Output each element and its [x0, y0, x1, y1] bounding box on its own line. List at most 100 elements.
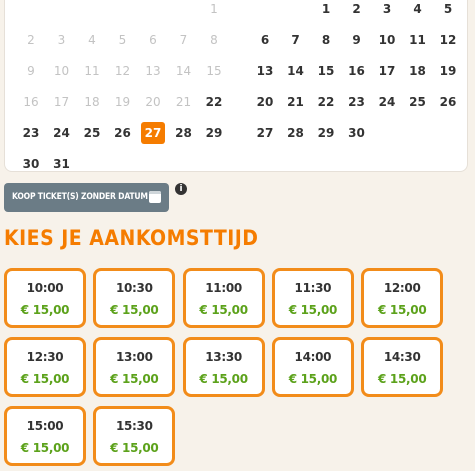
- calendar-day[interactable]: 25: [80, 122, 104, 144]
- calendar-day: 19: [114, 95, 131, 109]
- calendar-day: 16: [23, 95, 39, 109]
- calendar-day[interactable]: 11: [406, 29, 430, 51]
- time-slot-button[interactable]: 14:30 € 15,00: [361, 337, 444, 397]
- calendar-day[interactable]: 23: [345, 91, 369, 113]
- time-slot-time: 13:30: [205, 350, 242, 364]
- section-title: KIES JE AANKOMSTTIJD: [4, 226, 259, 250]
- calendar-day: 10: [53, 64, 70, 78]
- time-slot-button[interactable]: 14:00 € 15,00: [271, 337, 354, 397]
- time-slot-price: € 15,00: [110, 372, 159, 386]
- time-slot-price: € 15,00: [20, 441, 70, 455]
- calendar-day[interactable]: 22: [314, 91, 338, 113]
- calendar-day[interactable]: 18: [406, 60, 430, 82]
- time-slot-time: 14:00: [294, 350, 332, 364]
- time-slot-time: 12:00: [383, 281, 421, 295]
- calendar-day: 21: [175, 95, 192, 109]
- time-slot-time: 11:00: [205, 281, 242, 295]
- calendar-day: 1: [210, 2, 218, 16]
- calendar-day[interactable]: 3: [375, 0, 399, 20]
- calendar-day[interactable]: 22: [202, 91, 226, 113]
- calendar-day[interactable]: 21: [284, 91, 308, 113]
- time-slot-time: 10:30: [115, 281, 153, 295]
- calendar-day[interactable]: 26: [111, 122, 135, 144]
- calendar-day: 3: [57, 33, 66, 47]
- time-slot-price: € 15,00: [20, 303, 70, 317]
- calendar-day[interactable]: 15: [314, 60, 338, 82]
- time-slot-price: € 15,00: [110, 441, 159, 455]
- calendar-day[interactable]: 20: [253, 91, 277, 113]
- calendar-day: 4: [88, 33, 96, 47]
- calendar-day[interactable]: 30: [345, 122, 369, 144]
- calendar-day[interactable]: 24: [375, 91, 399, 113]
- calendar-day[interactable]: 29: [202, 122, 226, 144]
- time-slot-button[interactable]: 10:00 € 15,00: [4, 268, 86, 328]
- calendar-day[interactable]: 14: [284, 60, 308, 82]
- calendar-day: 8: [210, 33, 218, 47]
- buy-tickets-without-date-label: KOOP TICKET(S) ZONDER DATUM: [12, 192, 148, 202]
- calendar-day: 11: [84, 64, 100, 78]
- time-slot-time: 10:00: [26, 281, 64, 295]
- time-slot-time: 14:30: [383, 350, 421, 364]
- time-slot-price: € 15,00: [20, 372, 70, 386]
- calendar-day[interactable]: 25: [406, 91, 430, 113]
- time-slot-price: € 15,00: [199, 372, 248, 386]
- calendar-day[interactable]: 5: [436, 0, 460, 20]
- calendar-day[interactable]: 29: [314, 122, 338, 144]
- time-slot-time: 15:00: [26, 419, 64, 433]
- time-slot-button[interactable]: 10:30 € 15,00: [93, 268, 176, 328]
- time-slot-button[interactable]: 13:30 € 15,00: [182, 337, 265, 397]
- calendar-day: 7: [179, 33, 188, 47]
- calendar-day[interactable]: 19: [436, 60, 460, 82]
- calendar-day: 17: [53, 95, 70, 109]
- time-slot-button[interactable]: 11:00 € 15,00: [182, 268, 265, 328]
- calendar-panel: 1 2 3 4 5 6 7 8 9 10 11 12 13 14 15 16 17 18 19 20 21 22 23 24 2…: [4, 0, 468, 172]
- calendar-day: 9: [27, 64, 35, 78]
- calendar-day: 5: [118, 33, 127, 47]
- calendar-day[interactable]: 13: [253, 60, 277, 82]
- time-slot-time: 15:30: [115, 419, 153, 433]
- calendar-day: 2: [27, 33, 35, 47]
- calendar-day[interactable]: 8: [314, 29, 338, 51]
- time-slot-time: 13:00: [115, 350, 153, 364]
- calendar-day[interactable]: 1: [314, 0, 338, 20]
- calendar-day[interactable]: 2: [345, 0, 369, 20]
- calendar-day[interactable]: 12: [436, 29, 460, 51]
- time-slot-time: 12:30: [26, 350, 64, 364]
- buy-tickets-without-date-button[interactable]: KOOP TICKET(S) ZONDER DATUM: [4, 183, 169, 212]
- calendar-day: 18: [84, 95, 100, 109]
- time-slot-price: € 15,00: [199, 303, 248, 317]
- time-slot-button[interactable]: 15:30 € 15,00: [93, 406, 176, 466]
- time-slot-price: € 15,00: [288, 303, 338, 317]
- calendar-day[interactable]: 31: [50, 153, 74, 175]
- info-icon[interactable]: i: [175, 183, 187, 195]
- calendar-day: 6: [149, 33, 157, 47]
- calendar-day[interactable]: 9: [345, 29, 369, 51]
- calendar-day[interactable]: 26: [436, 91, 460, 113]
- calendar-day[interactable]: 16: [345, 60, 369, 82]
- calendar-icon: [149, 191, 161, 203]
- calendar-day[interactable]: 27: [253, 122, 277, 144]
- calendar-day: 14: [175, 64, 192, 78]
- calendar-day[interactable]: 10: [375, 29, 399, 51]
- calendar-day[interactable]: 24: [50, 122, 74, 144]
- calendar-day: 15: [206, 64, 222, 78]
- calendar-day-selected[interactable]: 27: [141, 122, 165, 144]
- calendar-day[interactable]: 23: [19, 122, 43, 144]
- time-slot-button[interactable]: 15:00 € 15,00: [4, 406, 86, 466]
- calendar-day[interactable]: 6: [253, 29, 277, 51]
- time-slot-price: € 15,00: [288, 372, 338, 386]
- time-slot-time: 11:30: [294, 281, 332, 295]
- calendar-day[interactable]: 17: [375, 60, 399, 82]
- time-slot-button[interactable]: 13:00 € 15,00: [93, 337, 176, 397]
- time-slot-button[interactable]: 11:30 € 15,00: [271, 268, 354, 328]
- time-slot-price: € 15,00: [377, 372, 427, 386]
- calendar-day[interactable]: 7: [284, 29, 308, 51]
- time-slot-button[interactable]: 12:30 € 15,00: [4, 337, 86, 397]
- calendar-day: 12: [114, 64, 131, 78]
- time-slot-price: € 15,00: [110, 303, 159, 317]
- calendar-day[interactable]: 28: [172, 122, 196, 144]
- calendar-day[interactable]: 4: [406, 0, 430, 20]
- calendar-day[interactable]: 30: [19, 153, 43, 175]
- time-slot-button[interactable]: 12:00 € 15,00: [361, 268, 444, 328]
- calendar-day[interactable]: 28: [284, 122, 308, 144]
